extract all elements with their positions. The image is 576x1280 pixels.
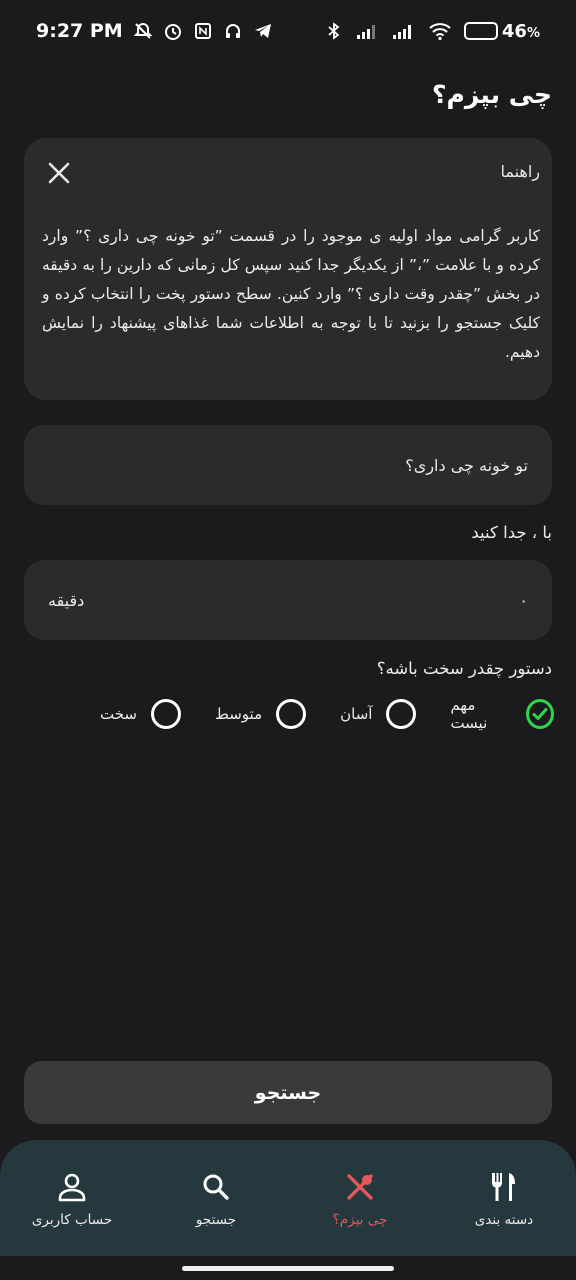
user-icon xyxy=(58,1173,86,1202)
nav-item-what-to-cook[interactable]: چی بپزم؟ xyxy=(288,1170,432,1228)
ingredients-input[interactable]: تو خونه چی داری؟ xyxy=(24,425,552,505)
battery-percent: 46% xyxy=(501,20,540,42)
checked-radio-icon xyxy=(525,699,554,729)
difficulty-option-label: آسان xyxy=(340,705,373,723)
nav-item-search[interactable]: جستجو xyxy=(144,1170,288,1228)
nav-item-categories[interactable]: دسته بندی xyxy=(432,1170,576,1228)
radio-icon xyxy=(150,699,181,729)
signal-icon xyxy=(356,21,380,41)
guide-title: راهنما xyxy=(500,162,540,181)
nav-label: دسته بندی xyxy=(474,1212,534,1228)
nav-item-account[interactable]: حساب کاربری xyxy=(0,1170,144,1228)
guide-text: کاربر گرامی مواد اولیه ی موجود را در قسم… xyxy=(42,227,540,361)
nav-label: حساب کاربری xyxy=(31,1212,113,1228)
status-right: 46% xyxy=(324,21,540,42)
battery-icon xyxy=(463,22,498,40)
difficulty-option-label: متوسط xyxy=(214,705,263,723)
nav-label: چی بپزم؟ xyxy=(332,1212,388,1228)
difficulty-option-label: سخت xyxy=(100,705,137,723)
mute-icon xyxy=(133,21,153,41)
status-time: 9:27 PM xyxy=(36,20,123,42)
home-indicator[interactable] xyxy=(182,1266,394,1271)
status-left: 9:27 PM xyxy=(36,20,273,42)
signal-icon xyxy=(392,21,416,41)
nav-label: جستجو xyxy=(195,1212,237,1228)
time-unit: دقیقه xyxy=(48,590,85,610)
time-input[interactable]: دقیقه ۰ xyxy=(24,560,552,640)
difficulty-options: مهم نیست آسان متوسط سخت xyxy=(100,694,554,734)
search-icon xyxy=(203,1174,229,1200)
difficulty-option-hard[interactable]: سخت xyxy=(100,699,181,729)
nfc-icon xyxy=(193,21,213,41)
status-bar: 9:27 PM 46% xyxy=(0,0,576,62)
telegram-icon xyxy=(253,21,273,41)
fork-knife-icon xyxy=(492,1173,515,1201)
wifi-icon xyxy=(428,21,452,41)
headset-icon xyxy=(223,21,243,41)
ingredients-placeholder: تو خونه چی داری؟ xyxy=(405,455,528,475)
bluetooth-icon xyxy=(324,21,344,41)
alarm-icon xyxy=(163,21,183,41)
difficulty-option-easy[interactable]: آسان xyxy=(340,699,417,729)
radio-icon xyxy=(386,699,417,729)
difficulty-option-label: مهم نیست xyxy=(450,696,488,732)
page-title: چی بپزم؟ xyxy=(432,80,552,109)
close-icon xyxy=(48,162,70,184)
crossed-utensils-icon xyxy=(347,1174,373,1200)
bottom-nav: حساب کاربری جستجو چی بپزم؟ دسته بندی xyxy=(0,1140,576,1256)
radio-icon xyxy=(276,699,307,729)
battery-indicator: 46% xyxy=(463,20,540,42)
close-button[interactable] xyxy=(44,158,74,188)
time-value: ۰ xyxy=(519,590,528,610)
difficulty-option-any[interactable]: مهم نیست xyxy=(450,696,554,732)
difficulty-label: دستور چقدر سخت باشه؟ xyxy=(376,659,552,678)
search-button[interactable]: جستجو xyxy=(24,1061,552,1124)
ingredients-hint: با ، جدا کنید xyxy=(471,523,552,542)
difficulty-option-medium[interactable]: متوسط xyxy=(214,699,307,729)
guide-card: راهنما کاربر گرامی مواد اولیه ی موجود را… xyxy=(24,138,552,400)
